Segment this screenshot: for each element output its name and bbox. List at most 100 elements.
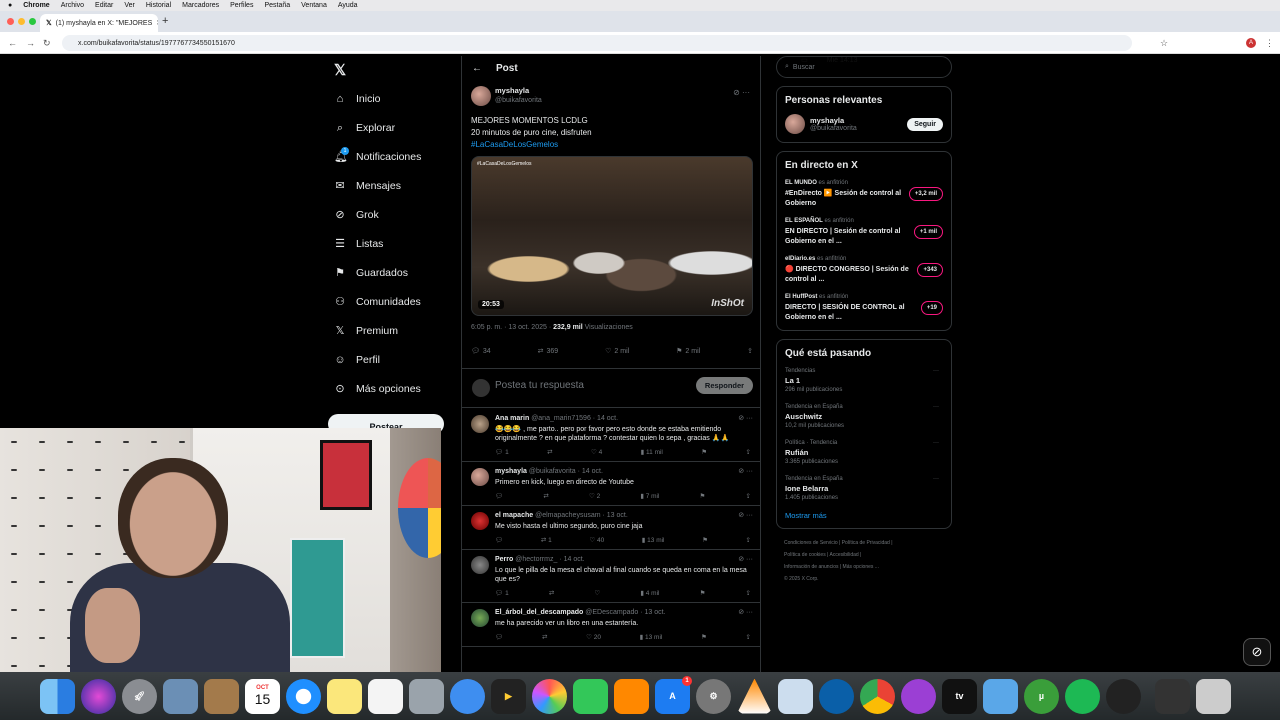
chrome-icon[interactable] bbox=[860, 678, 895, 714]
minimize-window-icon[interactable] bbox=[18, 18, 25, 25]
heart-icon[interactable]: ♡ 40 bbox=[589, 536, 604, 544]
share-icon[interactable]: ⇪ bbox=[745, 492, 750, 500]
reply-author[interactable]: Ana marin bbox=[495, 415, 529, 422]
reply-handle[interactable]: @elmapacheysusam · 13 oct. bbox=[535, 512, 628, 519]
live-item[interactable]: EL ESPAÑOL es anfitrión EN DIRECTO | Sesi… bbox=[785, 217, 943, 246]
bookmark-icon[interactable]: ⚑ bbox=[700, 589, 706, 597]
reply-handle[interactable]: @hectorrmz_ · 14 oct. bbox=[515, 556, 584, 563]
avatar[interactable] bbox=[471, 609, 489, 627]
menu-editar[interactable]: Editar bbox=[95, 2, 113, 9]
more-icon[interactable]: ··· bbox=[933, 403, 939, 412]
repost-icon[interactable]: ⇄ 1 bbox=[541, 536, 552, 544]
avatar[interactable] bbox=[785, 114, 805, 134]
spotify-icon[interactable] bbox=[1065, 678, 1100, 714]
close-window-icon[interactable] bbox=[7, 18, 14, 25]
reply-button[interactable]: Responder bbox=[696, 377, 753, 394]
live-item[interactable]: EL MUNDO es anfitrión #EnDirecto ▶️ Sesió… bbox=[785, 179, 943, 208]
comment-icon[interactable]: 💬︎ bbox=[495, 492, 503, 500]
quicktime-icon[interactable] bbox=[819, 678, 854, 714]
menu-app-name[interactable]: Chrome bbox=[23, 2, 49, 9]
bookmark-star-icon[interactable]: ☆ bbox=[1160, 38, 1168, 49]
list-item[interactable]: ⊘ ··· myshayla @buikafavorita · 14 oct. … bbox=[462, 462, 760, 506]
views-icon[interactable]: ▮ 4 mil bbox=[640, 589, 659, 597]
nav-inicio[interactable]: ⌂ Inicio bbox=[328, 84, 448, 113]
menu-ventana[interactable]: Ventana bbox=[301, 2, 327, 9]
post-hashtag-link[interactable]: #LaCasaDeLosGemelos bbox=[471, 139, 592, 151]
calendar-icon[interactable]: OCT 15 bbox=[245, 678, 280, 714]
more-icon[interactable]: ··· bbox=[933, 475, 939, 484]
bookmark-icon[interactable]: ⚑ bbox=[701, 633, 707, 641]
comment-icon[interactable]: 💬︎ 1 bbox=[495, 589, 509, 597]
launchpad-icon[interactable]: 🚀︎ bbox=[122, 678, 157, 714]
comment-icon[interactable]: 💬︎ 1 bbox=[495, 448, 509, 456]
heart-icon[interactable]: ♡ 2 bbox=[589, 492, 600, 500]
chrome-menu-icon[interactable]: ⋮ bbox=[1265, 38, 1274, 49]
url-bar[interactable]: x.com/buikafavorita/status/1977767734550… bbox=[62, 35, 1132, 51]
obs-icon[interactable] bbox=[1106, 678, 1141, 714]
comment-icon[interactable]: 💬︎ bbox=[495, 536, 503, 544]
post-author[interactable]: myshayla @buikafavorita bbox=[471, 86, 542, 106]
recent-document-icon[interactable] bbox=[1155, 678, 1190, 714]
profile-avatar[interactable]: A bbox=[1246, 38, 1256, 48]
facetime-icon[interactable] bbox=[573, 678, 608, 714]
app-store-icon[interactable]: A1 bbox=[655, 675, 692, 714]
avatar[interactable] bbox=[471, 556, 489, 574]
footer-line[interactable]: Política de cookies | Accesibilidad | bbox=[784, 549, 944, 561]
trash-icon[interactable] bbox=[1196, 678, 1231, 714]
menu-perfiles[interactable]: Perfiles bbox=[230, 2, 253, 9]
nav-mensajes[interactable]: ✉ Mensajes bbox=[328, 171, 448, 200]
podcasts-icon[interactable] bbox=[901, 678, 936, 714]
reply-author[interactable]: el mapache bbox=[495, 512, 533, 519]
repost-icon[interactable]: ⇄ bbox=[549, 589, 554, 597]
nav-explorar[interactable]: ⌕ Explorar bbox=[328, 113, 448, 142]
close-tab-icon[interactable]: ✕ bbox=[156, 19, 158, 27]
repost-icon[interactable]: ⇄ bbox=[547, 448, 552, 456]
reply-handle[interactable]: @buikafavorita · 14 oct. bbox=[529, 468, 603, 475]
trend-item[interactable]: Tendencia en España Auschwitz 10,2 mil pub… bbox=[785, 403, 943, 431]
repost-icon[interactable]: ⇄ bbox=[543, 492, 548, 500]
trend-item[interactable]: Tendencia en España Ione Belarra 1.405 pub… bbox=[785, 475, 943, 503]
list-item[interactable]: ⊘ ··· Perro @hectorrmz_ · 14 oct. Lo que… bbox=[462, 550, 760, 603]
footer-line[interactable]: Condiciones de Servicio | Política de Pr… bbox=[784, 537, 944, 549]
forward-icon[interactable]: → bbox=[26, 38, 35, 48]
share-icon[interactable]: ⇪ bbox=[745, 536, 750, 544]
heart-icon[interactable]: ♡ 4 bbox=[591, 448, 602, 456]
views-icon[interactable]: ▮ 13 mil bbox=[640, 633, 663, 641]
bookmark-icon[interactable]: ⚑ bbox=[701, 448, 707, 456]
bookmark-action[interactable]: ⚑ 2 mil bbox=[676, 347, 700, 356]
menu-ver[interactable]: Ver bbox=[124, 2, 135, 9]
grok-floating-icon[interactable]: ⊘ bbox=[1243, 638, 1271, 666]
vlc-icon[interactable] bbox=[737, 678, 772, 714]
trend-item[interactable]: Tendencias La 1 296 mil publicaciones ··· bbox=[785, 367, 943, 395]
bookmark-icon[interactable]: ⚑ bbox=[700, 492, 706, 500]
finder-icon[interactable] bbox=[40, 678, 75, 714]
menu-pestana[interactable]: Pestaña bbox=[264, 2, 290, 9]
search-input[interactable]: ⌕ Buscar bbox=[776, 56, 952, 78]
share-icon[interactable]: ⇪ bbox=[746, 633, 751, 641]
like-action[interactable]: ♡ 2 mil bbox=[605, 347, 629, 356]
messages-icon[interactable] bbox=[450, 678, 485, 714]
avatar[interactable] bbox=[471, 468, 489, 486]
comment-icon[interactable]: 💬︎ bbox=[495, 633, 503, 641]
live-item[interactable]: elDiario.es es anfitrión 🔴 DIRECTO CONGRE… bbox=[785, 255, 943, 284]
footer-line[interactable]: Información de anuncios | Más opciones .… bbox=[784, 561, 944, 573]
safari-icon[interactable] bbox=[286, 678, 321, 714]
reply-more-icon[interactable]: ⊘ ··· bbox=[738, 511, 753, 519]
list-item[interactable]: ⊘ ··· Ana marin @ana_marin71596 · 14 oct… bbox=[462, 409, 760, 462]
contacts-icon[interactable] bbox=[204, 678, 239, 714]
zoom-window-icon[interactable] bbox=[29, 18, 36, 25]
more-icon[interactable]: ··· bbox=[933, 439, 939, 448]
share-icon[interactable]: ⇪ bbox=[747, 347, 753, 355]
back-icon[interactable]: ← bbox=[8, 38, 17, 48]
avatar[interactable] bbox=[471, 415, 489, 433]
new-tab-icon[interactable]: + bbox=[162, 15, 168, 27]
post-video[interactable]: #LaCasaDeLosGemelos 20:53 InShOt bbox=[471, 156, 753, 316]
notes-icon[interactable] bbox=[327, 678, 362, 714]
apple-tv-icon[interactable]: tv bbox=[942, 678, 977, 714]
menu-marcadores[interactable]: Marcadores bbox=[182, 2, 219, 9]
reply-more-icon[interactable]: ⊘ ··· bbox=[738, 555, 753, 563]
reminders-icon[interactable] bbox=[368, 678, 403, 714]
nav-premium[interactable]: 𝕏 Premium bbox=[328, 316, 448, 345]
show-more-link[interactable]: Mostrar más bbox=[785, 511, 943, 520]
photos-icon[interactable] bbox=[532, 678, 567, 714]
